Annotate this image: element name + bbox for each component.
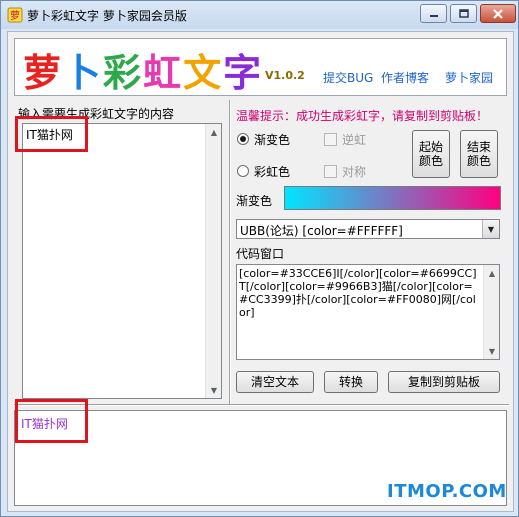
code-content: [color=#33CCE6]I[/color][color=#6699CC]T… — [239, 267, 477, 319]
logo-char: 彩 — [103, 50, 144, 95]
tip-message: 温馨提示：成功生成彩虹字，请复制到剪贴板！ — [236, 109, 489, 123]
version-label: V1.0.2 — [265, 69, 305, 82]
scroll-down-icon[interactable]: ▼ — [206, 382, 222, 398]
input-highlight-box — [15, 116, 88, 152]
title-bar[interactable]: 萝 萝卜彩虹文字 萝卜家园会员版 — [1, 1, 518, 29]
convert-button-label: 转换 — [338, 375, 363, 389]
logo-char: 卜 — [63, 50, 104, 95]
maximize-icon — [458, 9, 469, 18]
logo-char: 虹 — [143, 50, 184, 95]
app-icon: 萝 — [7, 7, 23, 23]
svg-text:萝: 萝 — [10, 10, 20, 22]
app-window: 萝 萝卜彩虹文字 萝卜家园会员版 萝卜彩虹文字 V1.0.2 提交BUG 作者博… — [0, 0, 519, 517]
reverse-checkbox-label: 逆虹 — [342, 133, 367, 147]
copy-to-clipboard-button-label: 复制到剪贴板 — [407, 375, 480, 389]
horizontal-divider — [14, 404, 509, 406]
window-title: 萝卜彩虹文字 萝卜家园会员版 — [27, 9, 187, 23]
app-logo: 萝卜彩虹文字 — [23, 42, 263, 97]
start-color-button[interactable]: 起始颜色 — [412, 130, 450, 178]
clear-text-button-label: 清空文本 — [250, 375, 299, 389]
scroll-up-icon[interactable]: ▲ — [206, 124, 222, 140]
gradient-radio[interactable] — [237, 133, 249, 145]
convert-button[interactable]: 转换 — [324, 371, 378, 393]
format-select[interactable]: UBB(论坛) [color=#FFFFFF] ▼ — [236, 219, 500, 239]
code-scrollbar[interactable]: ▲ ▼ — [483, 265, 499, 359]
clear-text-button[interactable]: 清空文本 — [236, 371, 314, 393]
rainbow-radio-label[interactable]: 彩虹色 — [254, 163, 290, 180]
scroll-down-icon[interactable]: ▼ — [484, 343, 500, 359]
output-highlight-box — [15, 399, 88, 443]
site-watermark: ITMOP.COM — [387, 481, 507, 502]
gradient-radio-label[interactable]: 渐变色 — [254, 131, 290, 148]
submit-bug-link[interactable]: 提交BUG — [323, 69, 373, 86]
luobo-home-link[interactable]: 萝卜家园 — [445, 69, 493, 86]
start-color-button-label: 起始颜色 — [418, 140, 443, 168]
maximize-button[interactable] — [450, 4, 477, 23]
author-blog-link[interactable]: 作者博客 — [381, 69, 429, 86]
format-select-value: UBB(论坛) [color=#FFFFFF] — [240, 224, 403, 238]
close-icon — [493, 8, 503, 19]
chevron-down-icon[interactable]: ▼ — [482, 220, 499, 238]
minimize-button[interactable] — [420, 4, 447, 23]
gradient-preview-label: 渐变色 — [236, 194, 273, 208]
code-window-label: 代码窗口 — [236, 247, 285, 261]
reverse-checkbox[interactable] — [324, 133, 337, 146]
code-window[interactable]: [color=#33CCE6]I[/color][color=#6699CC]T… — [236, 264, 500, 360]
logo-char: 文 — [183, 50, 224, 95]
banner: 萝卜彩虹文字 V1.0.2 提交BUG 作者博客 萝卜家园 — [14, 38, 507, 96]
close-button[interactable] — [480, 4, 516, 23]
rainbow-radio[interactable] — [237, 165, 249, 177]
gradient-preview-bar — [284, 186, 501, 210]
scroll-up-icon[interactable]: ▲ — [484, 265, 500, 281]
end-color-button-label: 结束颜色 — [466, 140, 491, 168]
vertical-divider — [229, 100, 231, 406]
logo-char: 萝 — [23, 50, 64, 95]
minimize-icon — [429, 14, 438, 17]
symmetric-checkbox-label: 对称 — [342, 165, 367, 179]
end-color-button[interactable]: 结束颜色 — [460, 130, 498, 178]
logo-char: 字 — [223, 50, 264, 95]
input-scrollbar[interactable]: ▲ ▼ — [205, 124, 221, 398]
copy-to-clipboard-button[interactable]: 复制到剪贴板 — [388, 371, 500, 393]
source-text-input[interactable]: IT猫扑网 ▲ ▼ — [22, 123, 222, 399]
symmetric-checkbox[interactable] — [324, 165, 337, 178]
